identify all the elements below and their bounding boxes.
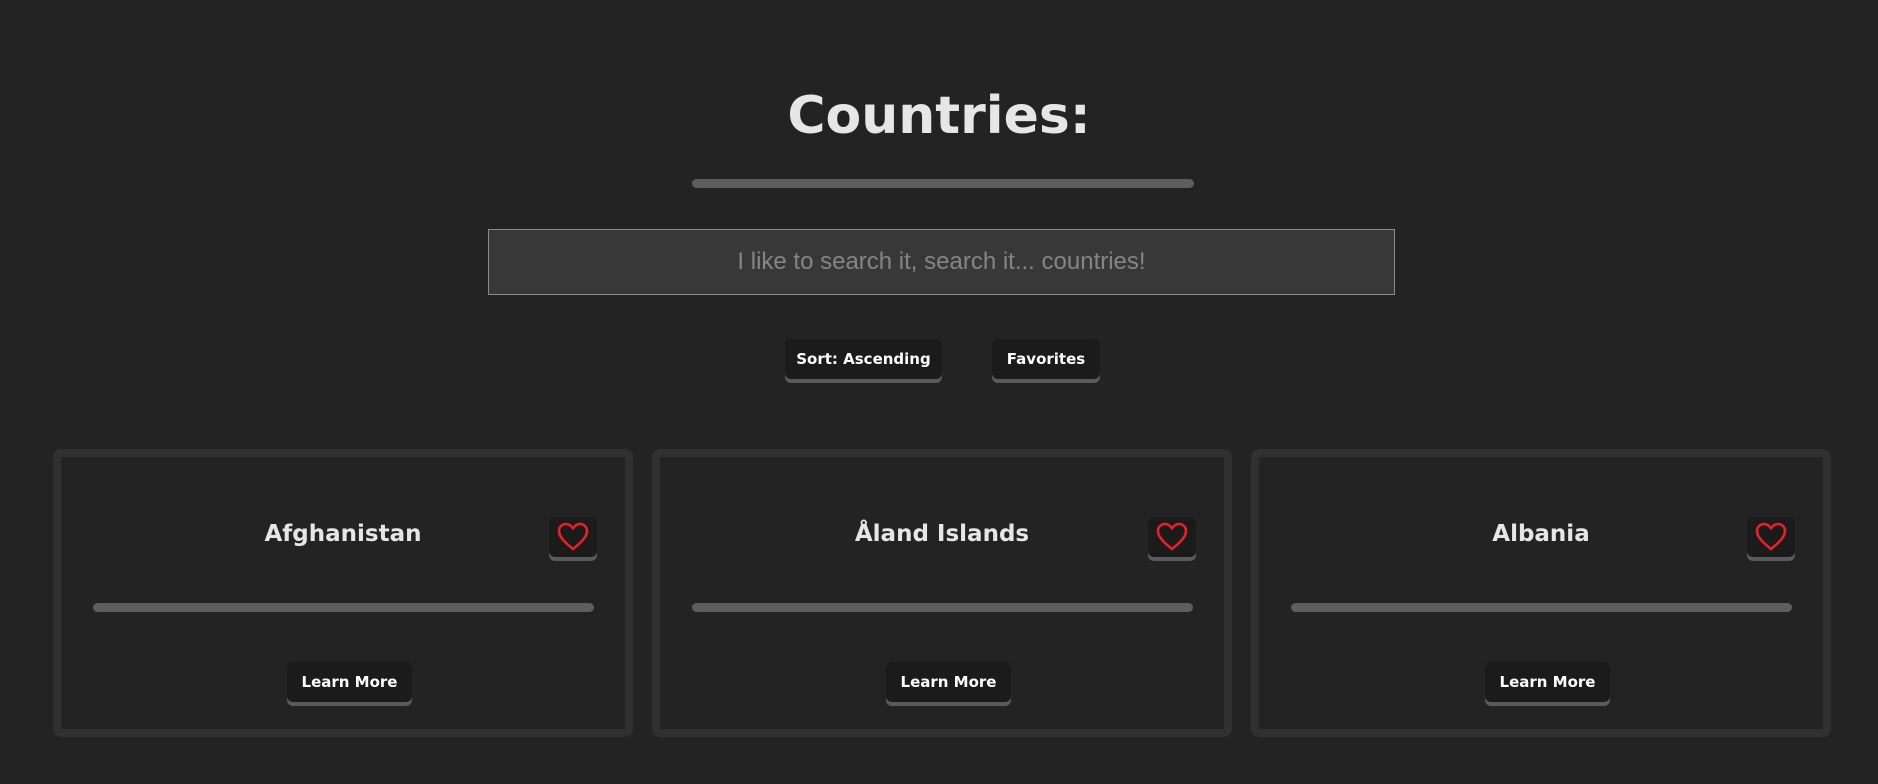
favorite-toggle-button[interactable] bbox=[1148, 517, 1196, 557]
country-name: Åland Islands bbox=[854, 521, 1030, 547]
sort-button[interactable]: Sort: Ascending bbox=[785, 339, 942, 379]
heart-outline-icon bbox=[557, 522, 589, 551]
country-card: Åland Islands Learn More bbox=[652, 449, 1232, 737]
search-input[interactable] bbox=[488, 229, 1395, 295]
country-name: Afghanistan bbox=[264, 521, 422, 547]
country-card: Afghanistan Learn More bbox=[53, 449, 633, 737]
title-divider bbox=[692, 179, 1194, 188]
favorites-button[interactable]: Favorites bbox=[992, 339, 1100, 379]
heart-outline-icon bbox=[1156, 522, 1188, 551]
country-card: Albania Learn More bbox=[1251, 449, 1831, 737]
favorite-toggle-button[interactable] bbox=[549, 517, 597, 557]
card-divider bbox=[93, 603, 594, 612]
countries-page: Countries: Sort: Ascending Favorites Afg… bbox=[0, 0, 1878, 784]
country-name: Albania bbox=[1492, 521, 1590, 547]
learn-more-button[interactable]: Learn More bbox=[886, 662, 1011, 702]
page-title: Countries: bbox=[787, 86, 1091, 146]
heart-outline-icon bbox=[1755, 522, 1787, 551]
learn-more-button[interactable]: Learn More bbox=[287, 662, 412, 702]
learn-more-button[interactable]: Learn More bbox=[1485, 662, 1610, 702]
card-divider bbox=[1291, 603, 1792, 612]
favorite-toggle-button[interactable] bbox=[1747, 517, 1795, 557]
card-divider bbox=[692, 603, 1193, 612]
